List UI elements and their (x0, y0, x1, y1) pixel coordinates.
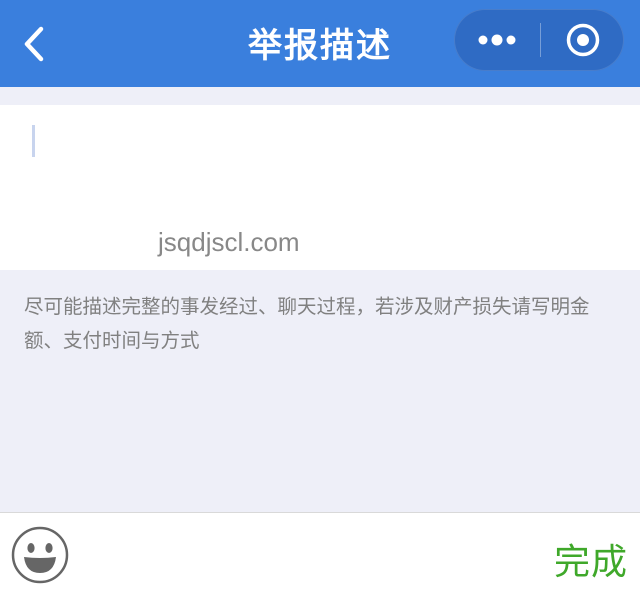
description-hint: 尽可能描述完整的事发经过、聊天过程，若涉及财产损失请写明金额、支付时间与方式 (24, 295, 590, 352)
mini-program-capsule (454, 9, 624, 71)
emoji-smile-icon (11, 526, 69, 584)
nav-bar: 举报描述 (0, 0, 640, 87)
description-input[interactable]: jsqdjscl.com (0, 105, 640, 270)
target-circle-icon (566, 23, 599, 57)
top-spacer (0, 87, 640, 105)
text-caret (32, 125, 35, 157)
done-button[interactable]: 完成 (554, 533, 628, 585)
watermark: jsqdjscl.com (158, 227, 300, 257)
emoji-button[interactable] (11, 526, 69, 584)
more-button[interactable] (454, 9, 540, 71)
more-dots-icon (478, 34, 516, 46)
close-button[interactable] (541, 9, 624, 71)
bottom-toolbar: 完成 (0, 512, 640, 592)
